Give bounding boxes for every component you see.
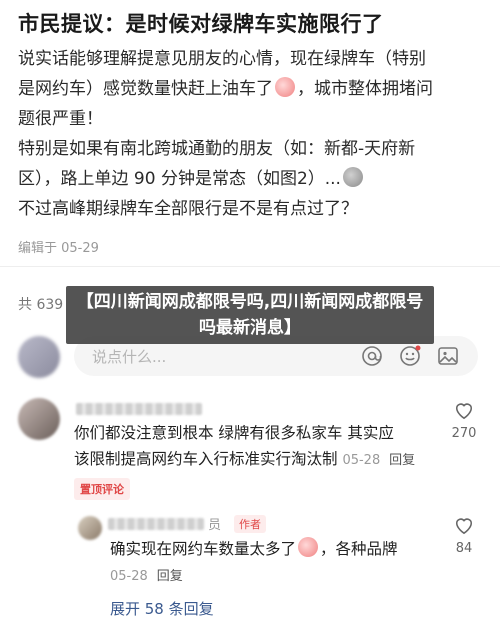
reply-button[interactable]: 回复	[157, 569, 183, 584]
post-body-line: 说实话能够理解提意见朋友的心情，现在绿牌车（特别	[18, 49, 426, 69]
expand-replies-button[interactable]: 展开 58 条回复	[110, 598, 214, 619]
heart-icon	[455, 403, 473, 420]
mention-icon[interactable]	[360, 344, 384, 368]
reply-button[interactable]: 回复	[389, 453, 415, 468]
comment-date: 05-28	[342, 453, 381, 468]
heart-icon	[455, 518, 473, 535]
post-body-line: 特别是如果有南北跨城通勤的朋友（如：新都-天府新	[18, 139, 416, 159]
post-body-line: 区），路上单边 90 分钟是常态（如图2）...	[18, 164, 488, 194]
overlay-title: 【四川新闻网成都限号吗,四川新闻网成都限号吗最新消息】	[76, 292, 424, 338]
shocked-emoji-icon	[275, 77, 295, 97]
author-badge: 作者	[234, 515, 266, 533]
shocked-emoji-icon	[298, 537, 319, 557]
my-avatar	[18, 336, 60, 378]
like-button[interactable]: 270	[444, 400, 484, 441]
comment-input-placeholder: 说点什么...	[92, 348, 167, 366]
post-body-line: 是网约车）感觉数量快赶上油车了 ，城市整体拥堵问	[18, 77, 433, 99]
reply-text: 确实现在网约车数量太多了 ，各种品牌 05-28 回复	[110, 536, 398, 590]
overlay-banner: 【四川新闻网成都限号吗,四川新闻网成都限号吗最新消息】	[66, 286, 434, 344]
like-count: 84	[455, 541, 473, 556]
replier-name[interactable]	[108, 518, 204, 530]
replier-avatar[interactable]	[78, 516, 102, 540]
pinned-badge: 置顶评论	[74, 478, 130, 500]
divider	[0, 266, 500, 267]
edit-date: 编辑于 05-29	[18, 241, 99, 256]
commenter-avatar[interactable]	[18, 398, 60, 440]
emoji-icon[interactable]	[398, 344, 422, 368]
like-button[interactable]: 84	[444, 515, 484, 556]
post-body: 说实话能够理解提意见朋友的心情，现在绿牌车（特别 是网约车）感觉数量快赶上油车了…	[18, 44, 488, 224]
comment-count: 共 639	[18, 297, 64, 313]
post-body-line: 不过高峰期绿牌车全部限行是不是有点过了？	[18, 199, 358, 219]
reply-date: 05-28	[110, 569, 148, 584]
commenter-name[interactable]	[76, 403, 202, 415]
post-body-line: 题很严重！	[18, 109, 103, 129]
post-title: 市民提议：是时候对绿牌车实施限行了	[18, 12, 384, 36]
sweat-emoji-icon	[342, 167, 363, 187]
image-icon[interactable]	[436, 344, 460, 368]
comment-text: 你们都没注意到根本 绿牌有很多私家车 其实应 该限制提高网约车入行标准实行淘汰制…	[74, 424, 416, 468]
like-count: 270	[451, 426, 477, 441]
replier-name-tail: 员	[208, 518, 222, 533]
